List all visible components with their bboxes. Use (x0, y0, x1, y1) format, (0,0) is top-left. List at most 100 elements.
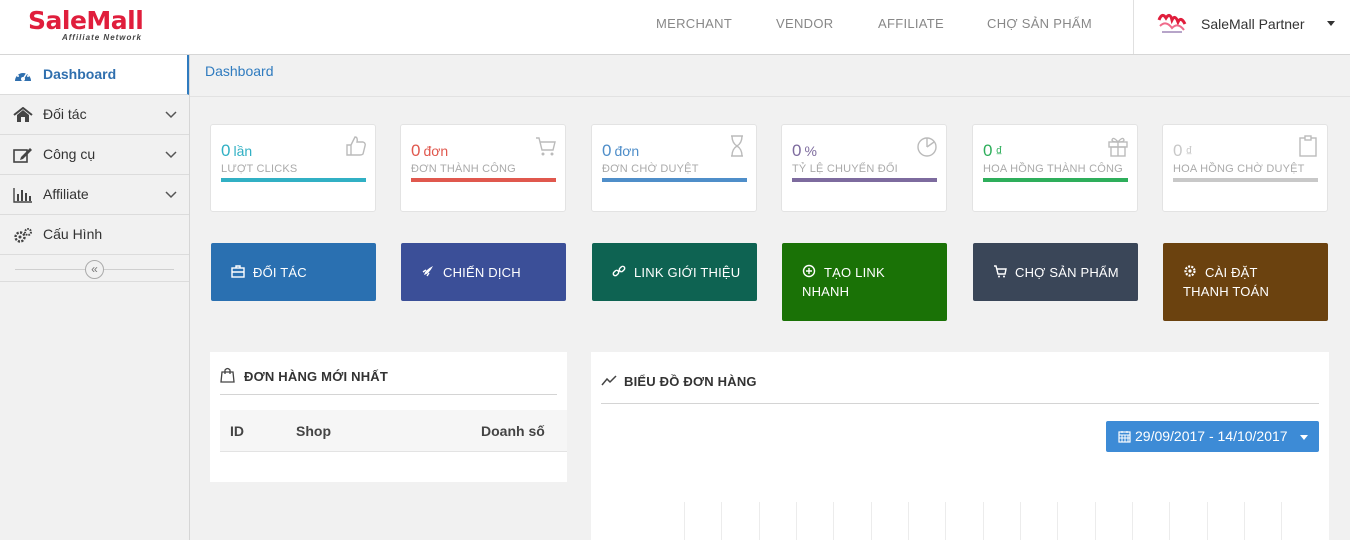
date-range-picker[interactable]: 29/09/2017 - 14/10/2017 (1106, 421, 1319, 452)
breadcrumb: Dashboard (190, 55, 1350, 97)
logo-wordmark: SaleMall (28, 6, 144, 35)
stat-unit: ₫ (1185, 143, 1193, 159)
stat-number: 0 (602, 141, 612, 160)
action-label: TẠO LINK NHANH (802, 265, 885, 299)
stat-label: HOA HỒNG CHỜ DUYỆT (1173, 163, 1305, 175)
avatar (1156, 10, 1188, 38)
chart-grid-line (833, 502, 834, 540)
user-name: SaleMall Partner (1201, 16, 1305, 32)
stat-bar (792, 178, 937, 182)
action-tao-link-nhanh-button[interactable]: TẠO LINK NHANH (782, 243, 947, 321)
divider (220, 394, 557, 395)
date-range-text: 29/09/2017 - 14/10/2017 (1135, 428, 1288, 444)
orders-chart-panel: BIỂU ĐỒ ĐƠN HÀNG 29/09/2017 - 14/10/2017 (591, 352, 1329, 540)
chart-grid-line (721, 502, 722, 540)
nav-vendor[interactable]: VENDOR (776, 0, 833, 48)
salemall-logo[interactable]: SaleMall Affiliate Network (28, 6, 168, 46)
stat-unit: % (804, 143, 817, 159)
stat-bar (411, 178, 556, 182)
bar-chart-icon (13, 188, 32, 203)
nav-cho-san-pham[interactable]: CHỢ SẢN PHẨM (987, 0, 1092, 48)
stat-unit: lần (233, 143, 253, 159)
stat-value: 0 ₫ (983, 141, 1003, 161)
thumbs-up-icon (346, 136, 366, 156)
panel-title: ĐƠN HÀNG MỚI NHẤT (244, 369, 389, 384)
briefcase-icon (231, 265, 245, 278)
stat-label: ĐƠN CHỜ DUYỆT (602, 163, 699, 175)
chart-grid-line (871, 502, 872, 540)
collapse-sidebar-button[interactable]: « (85, 260, 104, 279)
sidebar-item-affiliate[interactable]: Affiliate (0, 175, 189, 215)
column-header-revenue[interactable]: Doanh số (481, 423, 545, 439)
action-cai-dat-thanh-toan-button[interactable]: CÀI ĐẶT THANH TOÁN (1163, 243, 1328, 321)
sidebar-item-doi-tac[interactable]: Đối tác (0, 95, 189, 135)
chart-grid-line (945, 502, 946, 540)
action-cho-san-pham-button[interactable]: CHỢ SẢN PHẨM (973, 243, 1138, 301)
stat-card-conversion-rate: 0% TỶ LỆ CHUYỂN ĐỔI (781, 124, 947, 212)
sidebar-item-label: Dashboard (43, 66, 117, 82)
stat-value: 0 đơn (411, 141, 448, 161)
chart-grid-line (1057, 502, 1058, 540)
column-header-shop[interactable]: Shop (296, 423, 331, 439)
nav-merchant[interactable]: MERCHANT (656, 0, 732, 48)
shopping-bag-icon (220, 367, 235, 383)
stat-number: 0 (411, 141, 421, 160)
nav-affiliate[interactable]: AFFILIATE (878, 0, 944, 48)
action-link-gioi-thieu-button[interactable]: LINK GIỚI THIỆU (592, 243, 757, 301)
breadcrumb-dashboard[interactable]: Dashboard (205, 63, 274, 79)
chart-grid-line (796, 502, 797, 540)
latest-orders-panel: ĐƠN HÀNG MỚI NHẤT ID Shop Doanh số (210, 352, 567, 482)
sidebar-collapse: « (0, 256, 189, 282)
sidebar-item-cau-hinh[interactable]: Cấu Hình (0, 215, 189, 255)
action-label: CÀI ĐẶT THANH TOÁN (1183, 265, 1270, 299)
action-chien-dich-button[interactable]: CHIẾN DỊCH (401, 243, 566, 301)
chart-grid-line (1207, 502, 1208, 540)
dashboard-icon (15, 71, 31, 81)
action-label: CHỢ SẢN PHẨM (1015, 265, 1119, 280)
rocket-icon (422, 266, 433, 277)
chart-grid-line (983, 502, 984, 540)
chart-grid-line (684, 502, 685, 540)
user-menu[interactable]: SaleMall Partner (1133, 0, 1350, 54)
stat-label: ĐƠN THÀNH CÔNG (411, 163, 516, 175)
stat-bar (1173, 178, 1318, 182)
chart-grid-line (1169, 502, 1170, 540)
chart-grid-line (1095, 502, 1096, 540)
stat-label: LƯỢT CLICKS (221, 163, 298, 175)
stat-bar (602, 178, 747, 182)
chart-grid-line (759, 502, 760, 540)
chart-grid-line (1244, 502, 1245, 540)
stat-number: 0 (983, 141, 993, 160)
cart-icon (994, 265, 1007, 278)
stat-bar (221, 178, 366, 182)
calendar-icon (1118, 431, 1131, 443)
action-label: CHIẾN DỊCH (443, 265, 521, 280)
caret-down-icon (1300, 435, 1308, 440)
logo-tagline: Affiliate Network (62, 33, 142, 42)
chart-grid-line (1020, 502, 1021, 540)
sidebar: Dashboard Đối tác Công cụ Affiliate Cấu … (0, 55, 190, 540)
stat-value: 0% (792, 141, 817, 161)
stat-number: 0 (792, 141, 802, 160)
edit-icon (13, 148, 32, 163)
divider (601, 403, 1319, 404)
gift-icon (1108, 137, 1128, 157)
hourglass-icon (731, 135, 743, 157)
sidebar-item-cong-cu[interactable]: Công cụ (0, 135, 189, 175)
clipboard-icon (1299, 135, 1317, 157)
panel-title: BIỂU ĐỒ ĐƠN HÀNG (624, 374, 757, 389)
chevron-down-icon (165, 151, 177, 159)
sidebar-item-label: Công cụ (43, 146, 96, 162)
stat-card-orders-success: 0 đơn ĐƠN THÀNH CÔNG (400, 124, 566, 212)
stat-number: 0 (1173, 141, 1183, 160)
stat-value: 0 đơn (602, 141, 639, 161)
stat-value: 0 lần (221, 141, 252, 161)
chart-grid-line (1281, 502, 1282, 540)
gears-icon (14, 228, 32, 243)
stat-card-commission-pending: 0 ₫ HOA HỒNG CHỜ DUYỆT (1162, 124, 1328, 212)
stat-label: TỶ LỆ CHUYỂN ĐỔI (792, 163, 898, 175)
column-header-id[interactable]: ID (230, 423, 244, 439)
action-doi-tac-button[interactable]: ĐỐI TÁC (211, 243, 376, 301)
sidebar-item-dashboard[interactable]: Dashboard (0, 55, 189, 95)
cart-icon (536, 137, 556, 156)
